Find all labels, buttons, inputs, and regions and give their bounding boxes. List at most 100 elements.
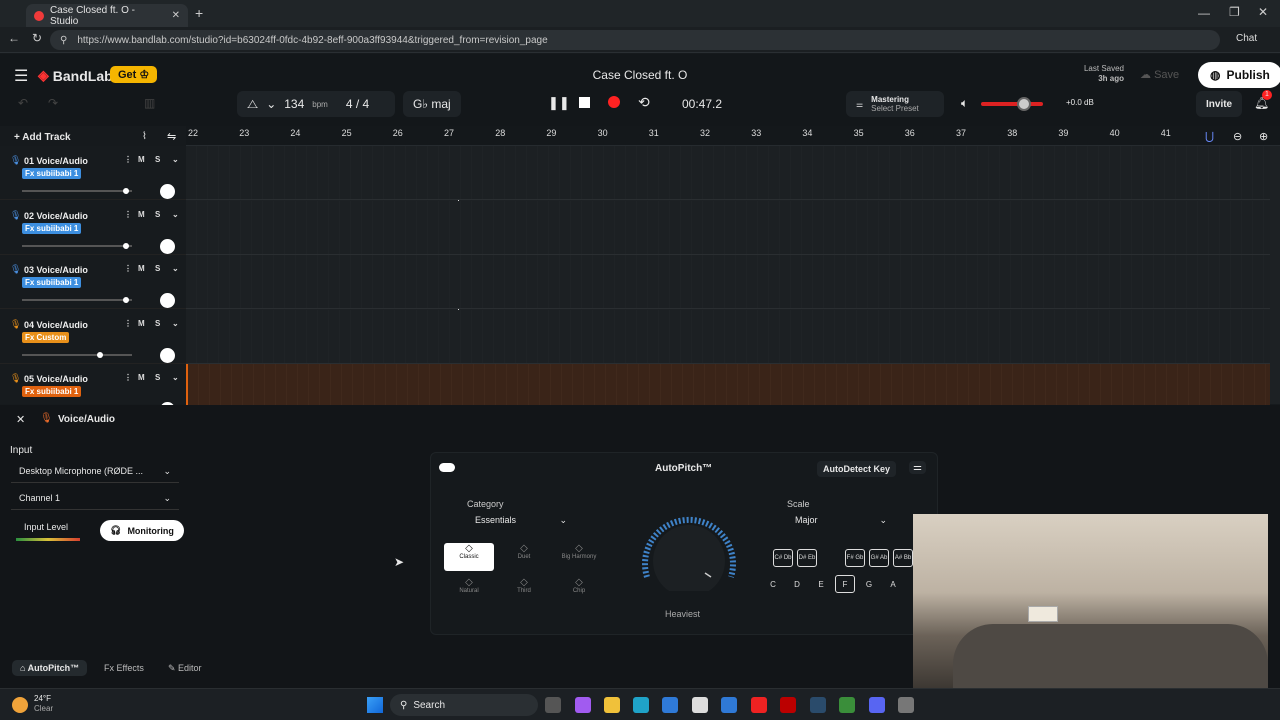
mastering-button[interactable]: ⚌ Mastering Select Preset	[846, 91, 944, 117]
solo-button[interactable]: S	[155, 373, 160, 382]
track-name[interactable]: 02 Voice/Audio	[24, 211, 88, 221]
track-settings-icon[interactable]: ⇋	[167, 130, 176, 143]
mixer-icon[interactable]: ▥	[144, 96, 155, 110]
outlook-icon[interactable]	[721, 697, 737, 713]
key-selector[interactable]: G♭ maj	[403, 91, 461, 117]
settings-icon[interactable]: ⚌	[909, 461, 926, 474]
store-icon[interactable]	[662, 697, 678, 713]
new-tab-icon[interactable]: +	[195, 5, 203, 21]
natural-key[interactable]: G	[859, 575, 879, 593]
speaker-icon[interactable]: 🔈︎	[961, 96, 968, 111]
chevron-down-icon[interactable]: ⌄	[172, 319, 179, 328]
track-volume-slider[interactable]	[22, 188, 132, 194]
weather-widget[interactable]: 24°F Clear	[34, 694, 53, 714]
autodetect-key-button[interactable]: AutoDetect Key	[817, 461, 897, 477]
pause-button[interactable]: ❚❚	[548, 95, 570, 111]
track-fx-badge[interactable]: Fx subiibabi 1	[22, 386, 82, 398]
pan-knob[interactable]	[160, 184, 175, 199]
edge-icon[interactable]	[633, 697, 649, 713]
mute-button[interactable]: M	[138, 155, 145, 164]
publish-button[interactable]: ◍ Publish	[1198, 62, 1280, 88]
record-button[interactable]	[608, 96, 620, 108]
start-icon[interactable]	[367, 697, 383, 713]
sharp-key[interactable]: F# Gb	[845, 549, 865, 567]
track-header[interactable]: 🎙︎ 03 Voice/Audio ⋮ M S ⌄ Fx subiibabi 1	[0, 255, 186, 310]
strength-knob[interactable]	[635, 505, 743, 597]
volume-knob[interactable]	[1017, 97, 1031, 111]
undo-icon[interactable]: ↶	[18, 96, 28, 110]
track-lane[interactable]	[186, 255, 1270, 310]
automation-icon[interactable]: ⌇	[142, 131, 147, 142]
chevron-down-icon[interactable]: ⌄	[266, 97, 276, 111]
mode-classic[interactable]: ◇ Classic	[444, 543, 494, 571]
search-box[interactable]: ⚲ Search	[390, 694, 538, 716]
pan-knob[interactable]	[160, 293, 175, 309]
bandlab-logo[interactable]: ◈ BandLab	[38, 67, 113, 84]
sharp-key[interactable]: A# Bb	[893, 549, 913, 567]
track-header[interactable]: 🎙︎ 02 Voice/Audio ⋮ M S ⌄ Fx subiibabi 1	[0, 201, 186, 255]
track-name[interactable]: 03 Voice/Audio	[24, 265, 88, 275]
mute-button[interactable]: M	[138, 373, 145, 382]
snap-icon[interactable]: ⋃	[1205, 130, 1214, 143]
track-header[interactable]: 🎙︎ 01 Voice/Audio ⋮ M S ⌄ Fx subiibabi 1	[0, 146, 186, 200]
solo-button[interactable]: S	[155, 264, 160, 273]
close-tab-icon[interactable]: ✕	[172, 10, 180, 21]
track-lane[interactable]	[186, 309, 1270, 364]
menu-icon[interactable]: ☰	[14, 66, 28, 86]
stop-button[interactable]	[579, 97, 590, 108]
natural-key[interactable]: A	[883, 575, 903, 593]
track-menu-icon[interactable]: ⋮	[124, 373, 132, 382]
volume-knob[interactable]	[122, 188, 129, 194]
track-name[interactable]: 01 Voice/Audio	[24, 156, 88, 166]
close-window-icon[interactable]: ✕	[1258, 5, 1268, 19]
master-volume-slider[interactable]	[981, 97, 1043, 111]
track-fx-badge[interactable]: Fx Custom	[22, 331, 70, 343]
site-info-icon[interactable]: ⚲	[60, 35, 67, 46]
track-menu-icon[interactable]: ⋮	[124, 264, 132, 273]
loop-icon[interactable]: ⟲	[638, 94, 650, 111]
app-icon[interactable]	[692, 697, 708, 713]
natural-key[interactable]: D	[787, 575, 807, 593]
browser-tab[interactable]: Case Closed ft. O - Studio ✕	[26, 4, 188, 27]
back-icon[interactable]: ←	[8, 31, 20, 45]
sharp-key[interactable]: D# Eb	[797, 549, 817, 567]
editor-tab[interactable]: ✎ Editor	[168, 663, 202, 674]
file-explorer-icon[interactable]	[604, 697, 620, 713]
zoom-out-icon[interactable]: ⊖	[1233, 130, 1242, 143]
track-menu-icon[interactable]: ⋮	[124, 155, 132, 164]
url-field[interactable]: ⚲ https://www.bandlab.com/studio?id=b630…	[50, 30, 1220, 50]
volume-knob[interactable]	[96, 351, 103, 358]
mode-chip[interactable]: ◇ Chip	[554, 577, 604, 605]
chevron-down-icon[interactable]: ⌄	[172, 210, 179, 219]
monitoring-button[interactable]: 🎧︎ Monitoring	[100, 520, 184, 541]
mode-big-harmony[interactable]: ◇ Big Harmony	[554, 543, 604, 571]
chrome-icon[interactable]	[839, 697, 855, 713]
solo-button[interactable]: S	[155, 319, 160, 328]
add-track-button[interactable]: + Add Track	[14, 132, 71, 143]
solo-button[interactable]: S	[155, 155, 160, 164]
natural-key[interactable]: E	[811, 575, 831, 593]
solo-button[interactable]: S	[155, 210, 160, 219]
track-fx-badge[interactable]: Fx subiibabi 1	[22, 222, 82, 234]
reload-icon[interactable]: ↻	[32, 31, 42, 45]
sharp-key[interactable]: C# Db	[773, 549, 793, 567]
minimize-icon[interactable]: —	[1198, 6, 1210, 20]
track-volume-slider[interactable]	[22, 351, 132, 358]
volume-knob[interactable]	[122, 297, 129, 304]
steam-icon[interactable]	[810, 697, 826, 713]
zoom-in-icon[interactable]: ⊕	[1259, 130, 1268, 143]
track-fx-badge[interactable]: Fx subiibabi 1	[22, 168, 82, 179]
effects-tab[interactable]: Fx Effects	[104, 663, 144, 673]
autopitch-toggle[interactable]	[439, 463, 455, 472]
invite-button[interactable]: Invite	[1196, 91, 1243, 117]
track-lane[interactable]	[186, 200, 1270, 255]
track-name[interactable]: 05 Voice/Audio	[24, 374, 88, 384]
metronome-icon[interactable]: ⧍	[247, 97, 258, 112]
pan-knob[interactable]	[160, 238, 175, 254]
track-lane[interactable]	[186, 146, 1270, 200]
track-volume-slider[interactable]	[22, 242, 132, 249]
mode-natural[interactable]: ◇ Natural	[444, 577, 494, 605]
mode-duet[interactable]: ◇ Duet	[499, 543, 549, 571]
track-menu-icon[interactable]: ⋮	[124, 210, 132, 219]
natural-key[interactable]: C	[763, 575, 783, 593]
